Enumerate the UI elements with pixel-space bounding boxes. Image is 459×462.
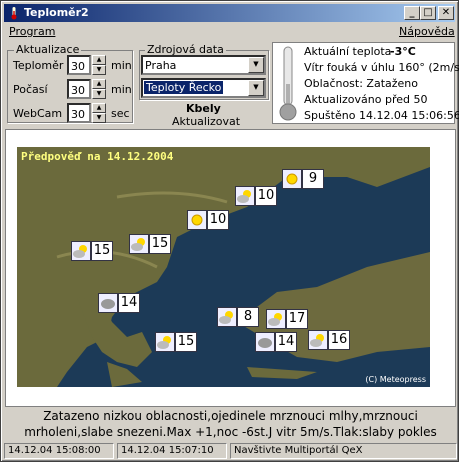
cloudiness-info: Oblačnost: Zataženo xyxy=(304,77,419,90)
partly-cloudy-icon xyxy=(266,309,286,329)
forecast-description: Zatazeno nizkou oblacnosti,ojedinele mrz… xyxy=(24,409,437,439)
menu-help[interactable]: Nápověda xyxy=(399,25,455,38)
forecast-temp: 10 xyxy=(255,186,277,206)
partly-cloudy-icon xyxy=(235,186,255,206)
partly-cloudy-icon xyxy=(155,332,175,352)
dataset-value: Teploty Řecko xyxy=(144,81,224,94)
menu-program[interactable]: Program xyxy=(9,25,55,38)
partly-cloudy-icon xyxy=(71,241,91,261)
webcam-interval-spinner[interactable]: ▲ ▼ xyxy=(92,103,106,123)
dropdown-arrow-icon[interactable]: ▼ xyxy=(248,80,264,96)
weather-interval-input[interactable] xyxy=(67,79,91,99)
thermometer-interval-unit: min xyxy=(111,59,132,72)
thermometer-app-icon xyxy=(11,7,17,20)
partly-cloudy-icon xyxy=(308,330,328,350)
thermometer-interval-spinner[interactable]: ▲ ▼ xyxy=(92,55,106,75)
weather-interval-spinner[interactable]: ▲ ▼ xyxy=(92,79,106,99)
forecast-temp: 15 xyxy=(91,241,113,261)
sun-icon xyxy=(187,210,207,230)
cloudy-icon xyxy=(98,293,118,313)
location-select[interactable]: Praha ▼ xyxy=(141,55,266,75)
map-background xyxy=(17,147,430,387)
update-status[interactable]: Aktualizovat xyxy=(172,115,240,128)
forecast-temp: 8 xyxy=(237,307,259,327)
sun-icon xyxy=(282,169,302,189)
spin-up-icon[interactable]: ▲ xyxy=(92,55,106,65)
forecast-map: Předpověď na 14.12.2004 (C) Meteopress 9… xyxy=(17,147,430,387)
title-bar[interactable]: Teploměr2 _ □ ✕ xyxy=(4,4,455,22)
spin-down-icon[interactable]: ▼ xyxy=(92,65,106,75)
weather-interval-unit: min xyxy=(111,83,132,96)
map-copyright: (C) Meteopress xyxy=(365,375,426,384)
forecast-title: Předpověď na 14.12.2004 xyxy=(21,150,174,163)
forecast-temp: 14 xyxy=(118,293,140,313)
spin-up-icon[interactable]: ▲ xyxy=(92,79,106,89)
app-window: Teploměr2 _ □ ✕ Program Nápověda Aktuali… xyxy=(0,0,459,462)
window-title: Teploměr2 xyxy=(24,6,89,19)
webcam-interval-unit: sec xyxy=(111,107,130,120)
status-time-1: 14.12.04 15:08:00 xyxy=(4,443,114,459)
status-time-2: 14.12.04 15:07:10 xyxy=(117,443,227,459)
dropdown-arrow-icon[interactable]: ▼ xyxy=(248,57,264,73)
forecast-temp: 14 xyxy=(275,332,297,352)
thermometer-icon xyxy=(279,46,297,121)
status-message[interactable]: Navštivte Multiportál QeX xyxy=(230,443,457,459)
weather-interval-label: Počasí xyxy=(13,83,48,96)
station-name: Kbely xyxy=(186,102,221,115)
maximize-button[interactable]: □ xyxy=(420,6,436,20)
spin-down-icon[interactable]: ▼ xyxy=(92,113,106,123)
forecast-map-frame: Předpověď na 14.12.2004 (C) Meteopress 9… xyxy=(5,129,456,407)
dataset-select[interactable]: Teploty Řecko ▼ xyxy=(141,78,266,98)
current-temp-label: Aktuální teplota xyxy=(304,45,392,58)
spin-up-icon[interactable]: ▲ xyxy=(92,103,106,113)
cloudy-icon xyxy=(255,332,275,352)
forecast-temp: 15 xyxy=(149,234,171,254)
current-weather-panel: Aktuální teplota -3°C Vítr fouká v úhlu … xyxy=(272,42,459,124)
wind-info: Vítr fouká v úhlu 160° (2m/s) xyxy=(304,61,459,74)
forecast-temp: 16 xyxy=(328,330,350,350)
thermometer-interval-label: Teploměr xyxy=(13,59,64,72)
status-bar: 14.12.04 15:08:00 14.12.04 15:07:10 Navš… xyxy=(4,443,457,460)
webcam-interval-input[interactable] xyxy=(67,103,91,123)
partly-cloudy-icon xyxy=(129,234,149,254)
partly-cloudy-icon xyxy=(217,307,237,327)
forecast-temp: 10 xyxy=(207,210,229,230)
forecast-temp: 17 xyxy=(286,309,308,329)
close-button[interactable]: ✕ xyxy=(438,6,454,20)
last-update-info: Aktualizováno před 50 xyxy=(304,93,428,106)
location-value: Praha xyxy=(145,59,177,72)
current-temp-value: -3°C xyxy=(390,45,416,58)
forecast-temp: 15 xyxy=(175,332,197,352)
thermometer-interval-input[interactable] xyxy=(67,55,91,75)
spin-down-icon[interactable]: ▼ xyxy=(92,89,106,99)
start-time-info: Spuštěno 14.12.04 15:06:56 xyxy=(304,109,459,122)
forecast-temp: 9 xyxy=(302,169,324,189)
menu-bar: Program Nápověda xyxy=(4,24,455,41)
minimize-button[interactable]: _ xyxy=(404,6,420,20)
webcam-interval-label: WebCam xyxy=(13,107,63,120)
